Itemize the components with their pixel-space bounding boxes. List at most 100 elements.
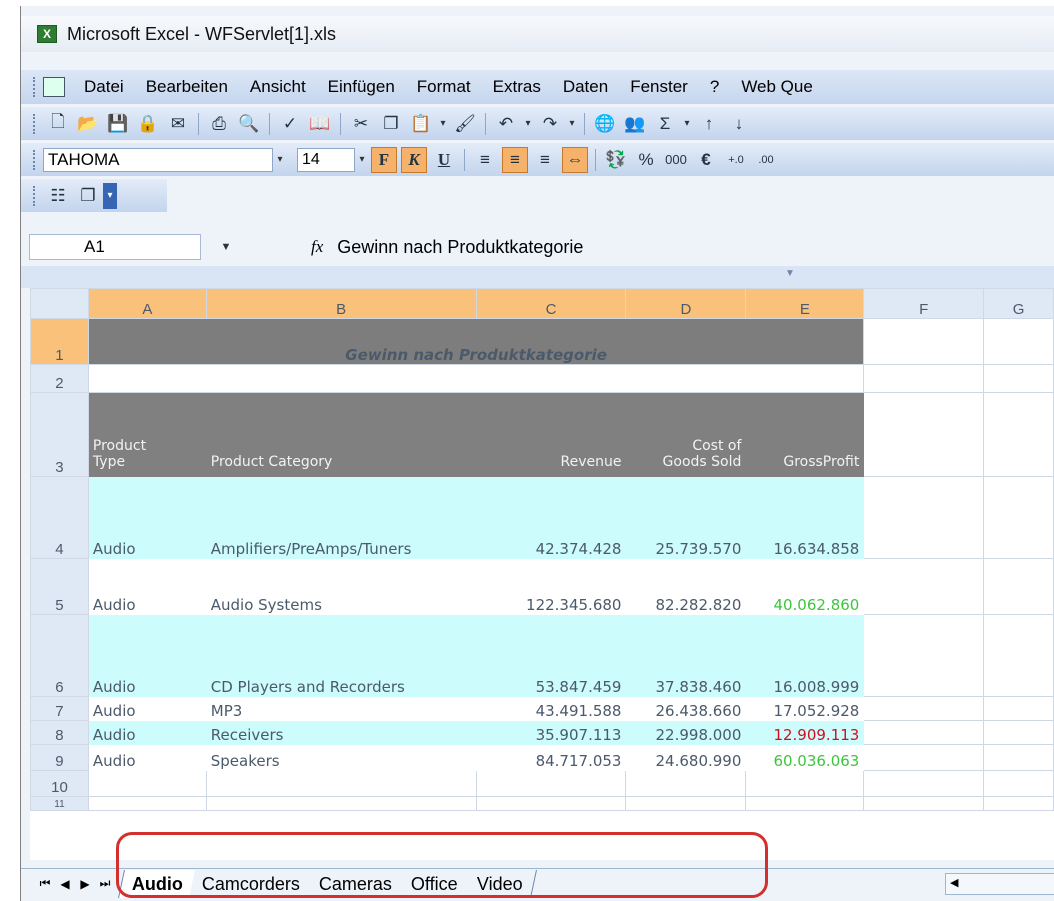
save-icon[interactable]: 💾	[105, 111, 131, 137]
formula-input[interactable]: Gewinn nach Produktkategorie	[337, 237, 583, 258]
align-center-icon[interactable]: ≡	[502, 146, 528, 173]
email-icon[interactable]: ✉	[165, 111, 191, 137]
cell-product-category[interactable]: MP3	[205, 696, 477, 721]
cell[interactable]	[625, 770, 747, 797]
cell-cogs[interactable]: 22.998.000	[625, 720, 747, 745]
cell-product-type[interactable]: Audio	[87, 720, 207, 745]
cell-revenue[interactable]: 35.907.113	[475, 720, 627, 745]
insert-hyperlink-icon[interactable]: 🌐	[592, 111, 618, 137]
menu-daten[interactable]: Daten	[552, 77, 619, 97]
cell-cogs[interactable]: 37.838.460	[625, 614, 747, 697]
row-header[interactable]: 8	[30, 720, 89, 745]
columns-icon[interactable]: ☷	[45, 183, 71, 209]
menu-fenster[interactable]: Fenster	[619, 77, 699, 97]
cell-product-category[interactable]: CD Players and Recorders	[205, 614, 477, 697]
row-header[interactable]: 7	[30, 696, 89, 721]
menu-ansicht[interactable]: Ansicht	[239, 77, 317, 97]
cell[interactable]	[625, 796, 747, 811]
cell[interactable]	[863, 614, 985, 697]
cell[interactable]	[863, 318, 985, 365]
cell-product-type[interactable]: Audio	[87, 614, 207, 697]
permission-icon[interactable]: 🔒	[135, 111, 161, 137]
cell-gross-profit[interactable]: 12.909.113	[745, 720, 865, 745]
increase-decimal-icon[interactable]: +.0	[723, 147, 749, 173]
menu-format[interactable]: Format	[406, 77, 482, 97]
row-header[interactable]: 1	[30, 318, 89, 365]
thousands-separator-button[interactable]: 000	[663, 147, 689, 173]
open-folder-icon[interactable]: 📂	[75, 111, 101, 137]
cell[interactable]	[863, 364, 985, 393]
cell[interactable]	[745, 770, 865, 797]
horizontal-scrollbar[interactable]: ◀	[945, 873, 1054, 895]
select-all-corner[interactable]	[30, 288, 89, 319]
share-icon[interactable]: 👥	[622, 111, 648, 137]
document-icon[interactable]	[43, 77, 65, 97]
row-header[interactable]: 9	[30, 744, 89, 771]
cell[interactable]	[983, 558, 1054, 615]
cell-gross-profit[interactable]: 60.036.063	[745, 744, 865, 771]
autosum-icon[interactable]: Σ	[652, 111, 678, 137]
next-sheet-button[interactable]: ▶	[75, 877, 95, 891]
toolbar-grip[interactable]	[33, 149, 37, 170]
cell[interactable]	[983, 720, 1054, 745]
font-name-dropdown-icon[interactable]: ▾	[273, 149, 287, 171]
font-size-dropdown-icon[interactable]: ▾	[355, 149, 369, 171]
cell-revenue[interactable]: 122.345.680	[475, 558, 627, 615]
formula-bar-resize[interactable]: ▼	[21, 266, 1054, 288]
cell[interactable]	[863, 476, 985, 559]
header-product-type[interactable]: Product Type	[87, 392, 207, 477]
cell[interactable]	[983, 770, 1054, 797]
toolbar-options-icon[interactable]: ▾	[103, 182, 117, 209]
percent-button[interactable]: %	[633, 147, 659, 173]
expand-formula-bar-icon[interactable]: ▼	[785, 268, 795, 279]
spelling-icon[interactable]: ✓	[277, 111, 303, 137]
cell-product-type[interactable]: Audio	[87, 476, 207, 559]
menu-einfuegen[interactable]: Einfügen	[317, 77, 406, 97]
row-header[interactable]: 3	[30, 392, 89, 477]
cell-product-category[interactable]: Amplifiers/PreAmps/Tuners	[205, 476, 477, 559]
italic-button[interactable]: K	[401, 146, 427, 173]
redo-dropdown-icon[interactable]: ▾	[565, 113, 579, 135]
font-name-select[interactable]: TAHOMA	[43, 147, 273, 172]
cell-product-category[interactable]: Audio Systems	[205, 558, 477, 615]
decrease-decimal-icon[interactable]: .00	[753, 147, 779, 173]
header-gross-profit[interactable]: GrossProfit	[745, 392, 865, 477]
merge-center-icon[interactable]: ⇔	[562, 146, 588, 173]
cell-cogs[interactable]: 24.680.990	[625, 744, 747, 771]
column-header-g[interactable]: G	[983, 288, 1054, 319]
cell[interactable]	[863, 770, 985, 797]
undo-icon[interactable]: ↶	[493, 111, 519, 137]
menu-datei[interactable]: Datei	[73, 77, 135, 97]
menu-web-query[interactable]: Web Que	[730, 77, 824, 97]
column-header-d[interactable]: D	[625, 288, 747, 319]
cell[interactable]	[87, 796, 207, 811]
cell-cogs[interactable]: 82.282.820	[625, 558, 747, 615]
sort-ascending-icon[interactable]: ↑	[696, 111, 722, 137]
row-header[interactable]: 10	[30, 770, 89, 797]
euro-button[interactable]: €	[693, 147, 719, 173]
cell-product-type[interactable]: Audio	[87, 696, 207, 721]
cell-gross-profit[interactable]: 16.634.858	[745, 476, 865, 559]
print-icon[interactable]: ⎙	[206, 111, 232, 137]
format-painter-icon[interactable]: 🖌	[452, 111, 478, 137]
column-header-e[interactable]: E	[745, 288, 865, 319]
toolbar-grip[interactable]	[33, 185, 37, 206]
paste-dropdown-icon[interactable]: ▾	[436, 113, 450, 135]
cell[interactable]	[863, 558, 985, 615]
cell[interactable]	[475, 796, 627, 811]
underline-button[interactable]: U	[431, 147, 457, 173]
column-header-b[interactable]: B	[205, 288, 477, 319]
toolbar-grip[interactable]	[33, 113, 37, 134]
cell[interactable]	[87, 770, 207, 797]
currency-icon[interactable]: 💱	[603, 147, 629, 173]
column-header-f[interactable]: F	[863, 288, 985, 319]
cell[interactable]	[205, 796, 477, 811]
cell-revenue[interactable]: 53.847.459	[475, 614, 627, 697]
print-preview-icon[interactable]: 🔍	[236, 111, 262, 137]
cell[interactable]	[983, 614, 1054, 697]
first-sheet-button[interactable]: ⏮	[35, 876, 55, 891]
cell-product-category[interactable]: Receivers	[205, 720, 477, 745]
header-revenue[interactable]: Revenue	[475, 392, 627, 477]
name-box[interactable]: A1	[29, 234, 201, 260]
cell[interactable]	[863, 696, 985, 721]
